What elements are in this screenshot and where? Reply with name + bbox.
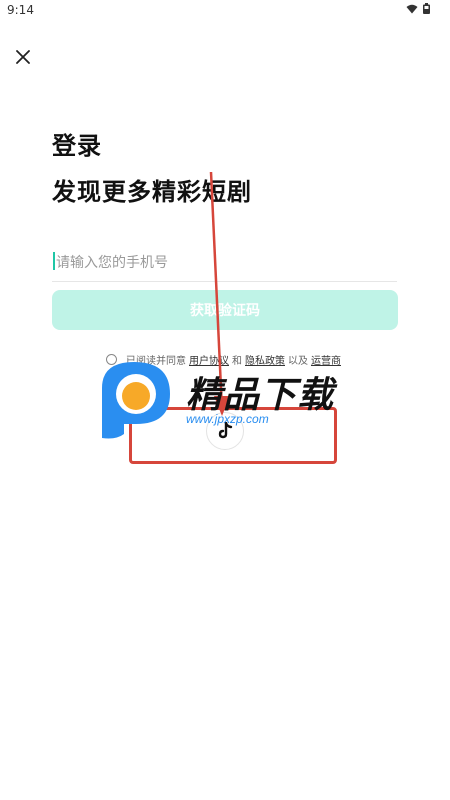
watermark-logo-icon <box>102 362 170 439</box>
watermark: 精品下载 www.jpxzp.com <box>98 358 358 448</box>
watermark-url: www.jpxzp.com <box>186 412 269 426</box>
watermark-brand: 精品下载 <box>186 375 335 416</box>
